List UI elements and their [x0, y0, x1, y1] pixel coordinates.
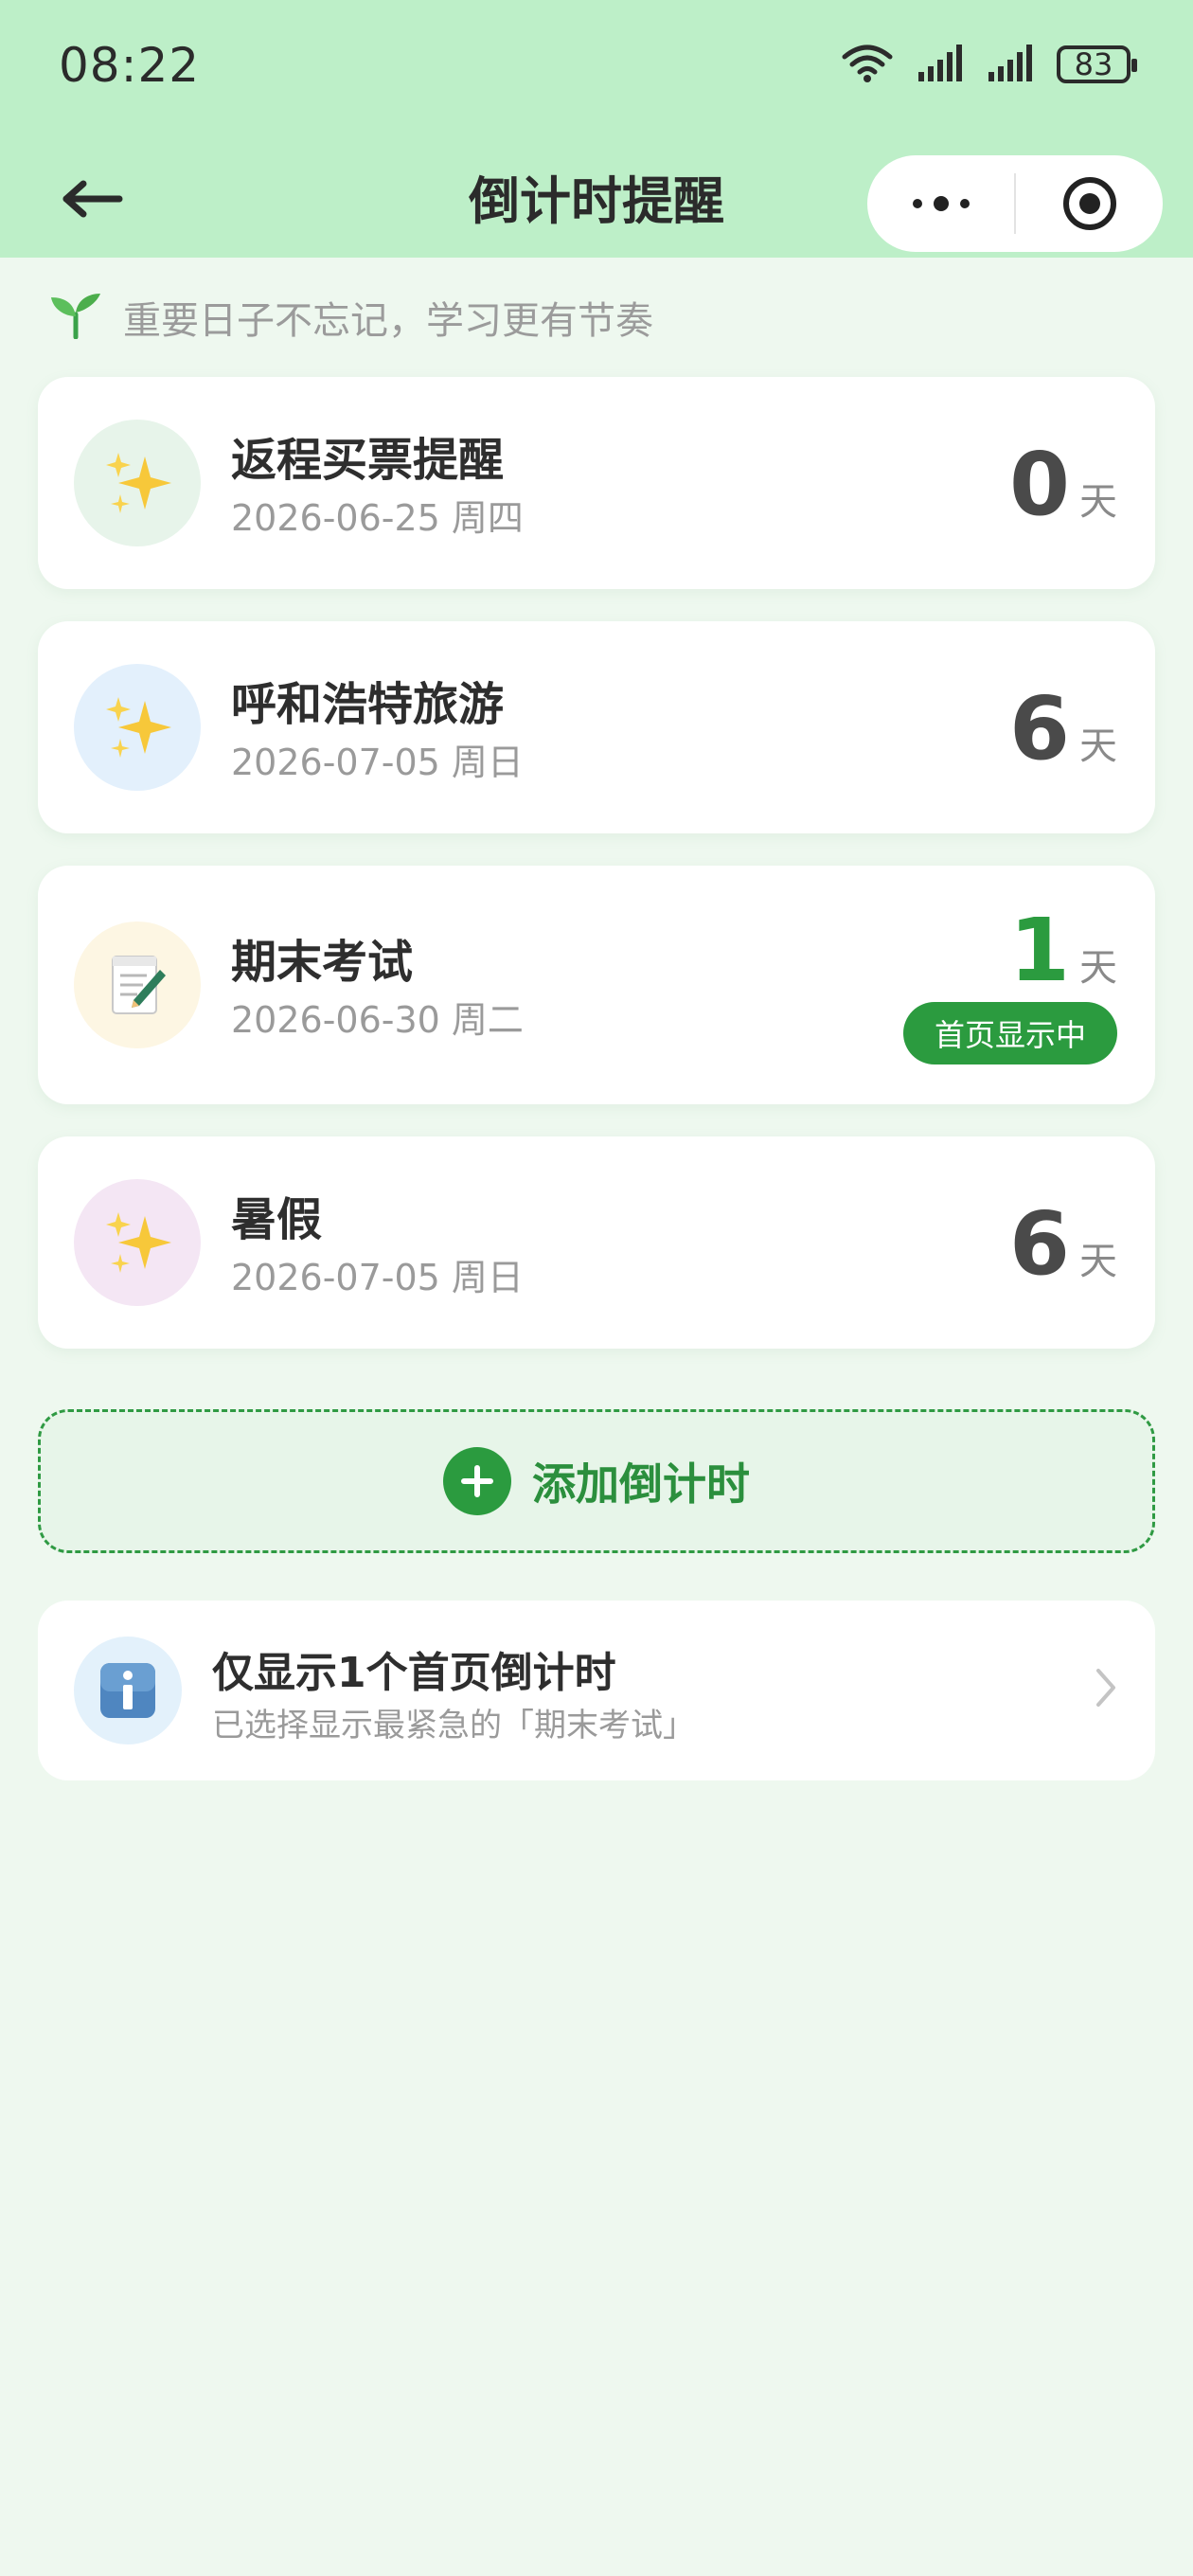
info-subtitle: 已选择显示最紧急的「期末考试」	[212, 1707, 695, 1744]
memo-icon	[112, 956, 166, 1014]
wifi-icon	[841, 42, 894, 87]
card-icon-bg	[74, 921, 201, 1048]
chevron-right-icon	[1095, 1667, 1117, 1712]
countdown-date: 2026-07-05 周日	[231, 1257, 524, 1298]
close-mini-program-button[interactable]	[1016, 155, 1163, 252]
status-time: 08:22	[59, 38, 201, 93]
days-number: 1	[1008, 900, 1070, 1001]
slogan-text: 重要日子不忘记，学习更有节奏	[123, 299, 653, 343]
days-unit: 天	[1079, 1240, 1117, 1283]
days-number: 6	[1008, 1193, 1070, 1295]
sparkles-icon	[106, 453, 171, 513]
days-remaining: 0 天	[1009, 441, 1117, 528]
countdown-card[interactable]: 呼和浩特旅游 2026-07-05 周日 6 天	[38, 621, 1155, 833]
home-display-badge: 首页显示中	[903, 1002, 1117, 1064]
countdown-card[interactable]: 期末考试 2026-06-30 周二 1 天 首页显示中	[38, 866, 1155, 1104]
add-countdown-label: 添加倒计时	[532, 1458, 750, 1510]
status-bar: 08:22 83	[0, 0, 1193, 137]
countdown-title: 暑假	[231, 1193, 323, 1246]
signal-icon	[917, 44, 964, 85]
battery-level: 83	[1074, 46, 1113, 82]
days-number: 0	[1008, 434, 1070, 535]
days-unit: 天	[1079, 480, 1117, 524]
status-icons: 83	[841, 42, 1137, 87]
countdown-title: 期末考试	[231, 936, 414, 989]
days-remaining: 6 天	[1009, 1201, 1117, 1288]
plus-icon	[443, 1447, 511, 1515]
card-icon-bg	[74, 420, 201, 546]
days-remaining: 1 天	[1009, 907, 1117, 994]
sparkles-icon	[106, 697, 171, 758]
home-display-setting[interactable]: 仅显示1个首页倒计时 已选择显示最紧急的「期末考试」	[38, 1601, 1155, 1780]
countdown-title: 呼和浩特旅游	[231, 678, 505, 731]
info-icon-bg	[74, 1637, 182, 1744]
info-title: 仅显示1个首页倒计时	[212, 1649, 616, 1697]
days-unit: 天	[1079, 724, 1117, 768]
sparkles-icon	[106, 1212, 171, 1273]
signal-icon-2	[987, 44, 1034, 85]
countdown-date: 2026-06-25 周四	[231, 497, 524, 539]
slogan: 重要日子不忘记，学习更有节奏	[47, 290, 653, 345]
countdown-date: 2026-07-05 周日	[231, 742, 524, 783]
days-unit: 天	[1079, 946, 1117, 990]
nav-bar: 倒计时提醒	[0, 142, 1193, 258]
countdown-date: 2026-06-30 周二	[231, 999, 524, 1041]
countdown-card[interactable]: 暑假 2026-07-05 周日 6 天	[38, 1136, 1155, 1349]
days-remaining: 6 天	[1009, 686, 1117, 773]
card-icon-bg	[74, 1179, 201, 1306]
target-close-icon	[1062, 177, 1116, 230]
mini-program-capsule	[867, 155, 1163, 252]
info-icon	[100, 1663, 155, 1718]
more-button[interactable]	[867, 155, 1014, 252]
countdown-card[interactable]: 返程买票提醒 2026-06-25 周四 0 天	[38, 377, 1155, 589]
battery-icon: 83	[1057, 45, 1137, 83]
countdown-title: 返程买票提醒	[231, 434, 505, 487]
more-dots-icon	[912, 196, 970, 211]
seedling-icon	[47, 292, 104, 343]
add-countdown-button[interactable]: 添加倒计时	[38, 1409, 1155, 1553]
top-bar: 08:22 83 倒计时提醒	[0, 0, 1193, 258]
days-number: 6	[1008, 678, 1070, 779]
card-icon-bg	[74, 664, 201, 791]
